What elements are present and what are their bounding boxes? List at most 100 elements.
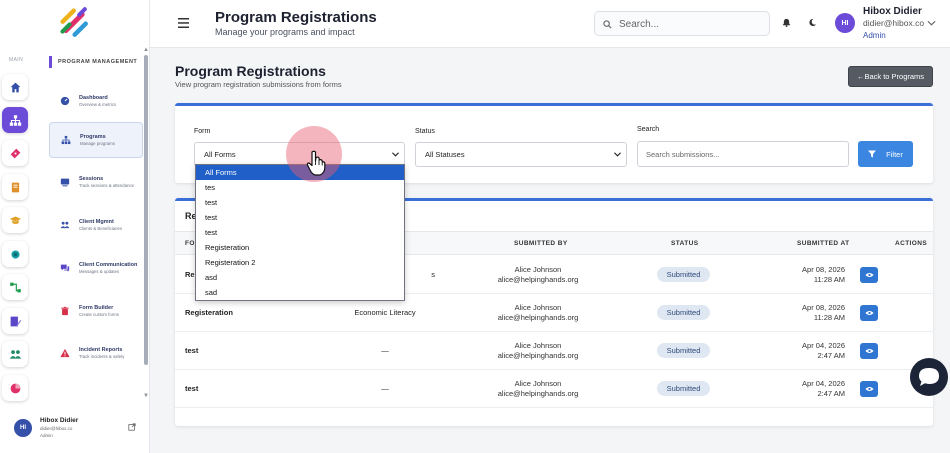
rail-book-button[interactable] — [2, 174, 28, 200]
row-submitted-by: Alice Johnson alice@helpinghands.org — [497, 303, 579, 322]
row-program: — — [381, 384, 389, 393]
trash-icon — [59, 306, 70, 317]
back-to-programs-button[interactable]: ←Back to Programs — [848, 66, 933, 87]
dropdown-option[interactable]: test — [196, 210, 404, 225]
row-program: Economic Literacy — [354, 308, 416, 317]
row-form: test — [185, 384, 199, 393]
funnel-icon — [868, 150, 877, 158]
top-header: Program Registrations Manage your progra… — [150, 0, 950, 48]
sidebar-scroll-up[interactable]: ▲ — [143, 47, 149, 53]
chevron-down-icon — [614, 152, 621, 157]
rail-home-button[interactable] — [2, 74, 28, 100]
sidebar-item-dashboard[interactable]: Dashboard Overview & metrics — [49, 83, 143, 119]
ticket-icon — [10, 148, 20, 158]
dropdown-option[interactable]: Registeration 2 — [196, 255, 404, 270]
filter-button[interactable]: Filter — [858, 141, 913, 167]
sidebar-item-label: Client Mgmnt — [79, 218, 114, 225]
rail-education-button[interactable] — [2, 207, 28, 233]
bell-icon[interactable] — [782, 18, 791, 27]
header-user-name[interactable]: Hibox Didier — [863, 6, 922, 17]
sidebar-item-desc: Clients & Beneficiaries — [79, 225, 122, 231]
sidebar-item-label: Programs — [80, 133, 106, 140]
sidebar-item-label: Incident Reports — [79, 346, 123, 353]
rail-reports-button[interactable] — [2, 375, 28, 401]
status-select[interactable]: All Statuses — [415, 142, 627, 167]
eye-icon — [864, 310, 874, 316]
moon-icon[interactable] — [808, 18, 817, 27]
book-icon — [11, 182, 19, 192]
rail-forms-button[interactable] — [2, 308, 28, 334]
search-filter-label: Search — [637, 126, 660, 133]
sidebar-item-desc: Messages & updates — [79, 268, 120, 274]
user-avatar[interactable]: HI — [835, 13, 855, 33]
view-button[interactable] — [860, 343, 878, 359]
col-status: STATUS — [671, 240, 699, 247]
chevron-down-icon — [392, 152, 399, 157]
rail-flow-button[interactable] — [2, 274, 28, 300]
hierarchy-icon — [60, 135, 71, 146]
sidebar-scroll-down[interactable]: ▼ — [143, 393, 149, 399]
hand-cursor-icon — [306, 150, 326, 176]
sidebar-user-name: Hibox Didier — [40, 417, 79, 424]
sidebar-item-desc: Overview & metrics — [79, 101, 117, 107]
status-badge: Submitted — [657, 343, 710, 358]
dropdown-option[interactable]: Registeration — [196, 240, 404, 255]
rail-programs-button[interactable] — [2, 107, 28, 133]
sidebar-item-label: Client Communication — [79, 261, 138, 268]
hamburger-menu-icon[interactable] — [178, 18, 189, 28]
sidebar-item-client-mgmnt[interactable]: Client Mgmnt Clients & Beneficiaries — [49, 207, 143, 243]
sidebar-item-programs[interactable]: Programs Manage programs — [49, 122, 143, 158]
people-icon — [59, 220, 70, 231]
icon-rail: MAIN — [0, 0, 30, 453]
sidebar-item-form-builder[interactable]: Form Builder Create custom forms — [49, 293, 143, 329]
rail-main-label: MAIN — [9, 57, 24, 63]
col-actions: ACTIONS — [895, 240, 928, 247]
app-logo-icon[interactable] — [57, 6, 91, 40]
chevron-down-icon[interactable] — [927, 20, 936, 27]
row-submitted-at: Apr 08, 2026 11:28 AM — [802, 265, 845, 284]
row-submitted-by: Alice Johnson alice@helpinghands.org — [497, 379, 579, 398]
sidebar-item-desc: Manage programs — [80, 140, 115, 146]
avatar[interactable]: HI — [14, 419, 32, 437]
col-submitted-by: SUBMITTED BY — [514, 240, 568, 247]
rail-circle-button[interactable] — [2, 241, 28, 267]
header-user-email: didier@hibox.co — [863, 18, 925, 28]
rail-sessions-button[interactable] — [2, 140, 28, 166]
circle-icon — [10, 249, 20, 259]
row-form: Re — [185, 270, 195, 279]
view-button[interactable] — [860, 381, 878, 397]
sidebar-item-incident-reports[interactable]: Incident Reports Track incidents & safety — [49, 335, 143, 371]
form-edit-icon — [10, 316, 21, 326]
sidebar-user: HI Hibox Didier didier@hibox.co Admin — [14, 416, 144, 442]
pie-chart-icon — [10, 383, 20, 393]
chat-widget-button[interactable] — [910, 358, 948, 396]
dropdown-option[interactable]: tes — [196, 180, 404, 195]
sidebar-item-desc: Track incidents & safety — [79, 353, 125, 359]
dropdown-option[interactable]: test — [196, 225, 404, 240]
external-link-icon[interactable] — [128, 423, 136, 431]
dropdown-option[interactable]: test — [196, 195, 404, 210]
view-button[interactable] — [860, 267, 878, 283]
sidebar-section-title: PROGRAM MANAGEMENT — [49, 56, 137, 68]
col-form: FO — [185, 240, 195, 247]
sessions-icon — [59, 177, 70, 188]
dropdown-option[interactable]: sad — [196, 285, 404, 300]
status-filter-label: Status — [415, 128, 435, 135]
page-subtitle: View program registration submissions fr… — [175, 80, 342, 89]
submissions-search-input[interactable]: Search submissions... — [637, 141, 849, 167]
header-title: Program Registrations — [215, 9, 377, 26]
dropdown-option[interactable]: asd — [196, 270, 404, 285]
sidebar-scrollbar[interactable] — [144, 55, 148, 365]
flow-icon — [9, 282, 21, 292]
sidebar-item-desc: Track sessions & attendance — [79, 182, 135, 188]
sidebar-user-email: didier@hibox.co — [40, 426, 73, 431]
search-icon — [603, 20, 612, 29]
view-button[interactable] — [860, 305, 878, 321]
sidebar-item-sessions[interactable]: Sessions Track sessions & attendance — [49, 164, 143, 200]
search-input[interactable] — [619, 16, 764, 32]
sidebar-item-client-communication[interactable]: Client Communication Messages & updates — [49, 250, 143, 286]
rail-people-button[interactable] — [2, 341, 28, 367]
header-search — [594, 11, 770, 36]
form-select-dropdown: All Forms tes test test test Registerati… — [195, 164, 405, 301]
row-submitted-by: Alice Johnson alice@helpinghands.org — [497, 265, 579, 284]
